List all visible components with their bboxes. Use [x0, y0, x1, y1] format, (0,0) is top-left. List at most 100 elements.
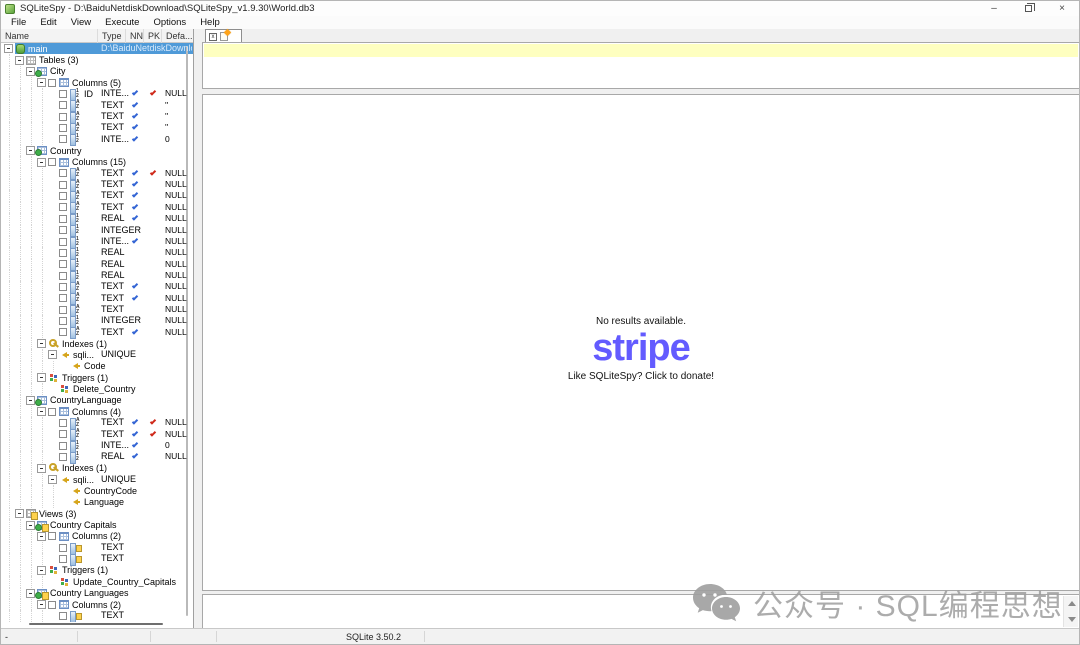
expander-icon[interactable]: [26, 67, 35, 76]
tree-row[interactable]: TEXTNULL: [1, 304, 193, 315]
checkbox[interactable]: [59, 192, 67, 200]
tree-header-nn[interactable]: NN: [126, 29, 144, 43]
tree-row[interactable]: TEXTNULL: [1, 293, 193, 304]
tree-row[interactable]: REALNULL: [1, 270, 193, 281]
checkbox[interactable]: [59, 419, 67, 427]
checkbox[interactable]: [59, 544, 67, 552]
new-query-icon[interactable]: [220, 32, 228, 41]
tree-horizontal-scrollbar[interactable]: [29, 623, 163, 625]
checkbox[interactable]: [59, 306, 67, 314]
tree-row[interactable]: TEXTNULL: [1, 190, 193, 201]
checkbox[interactable]: [59, 260, 67, 268]
checkbox[interactable]: [59, 90, 67, 98]
restore-button[interactable]: [1011, 1, 1045, 16]
tree-row[interactable]: sqli...UNIQUE: [1, 349, 193, 360]
tree-row[interactable]: INTEGERNULL: [1, 315, 193, 326]
menu-item-options[interactable]: Options: [146, 17, 193, 28]
tree-row[interactable]: INTE...NULL: [1, 236, 193, 247]
tree-header-type[interactable]: Type: [98, 29, 126, 43]
expander-icon[interactable]: [4, 44, 13, 53]
tree-row[interactable]: Columns (5): [1, 77, 193, 88]
editor-current-line[interactable]: [204, 44, 1078, 57]
checkbox[interactable]: [59, 215, 67, 223]
tree-row[interactable]: TEXT'': [1, 100, 193, 111]
tree-row[interactable]: TEXTNULL: [1, 327, 193, 338]
expander-icon[interactable]: [26, 396, 35, 405]
expander-icon[interactable]: [37, 339, 46, 348]
checkbox[interactable]: [59, 113, 67, 121]
tree-row[interactable]: REALNULL: [1, 451, 193, 462]
checkbox[interactable]: [59, 203, 67, 211]
tree-row[interactable]: CountryLanguage: [1, 395, 193, 406]
tree-row[interactable]: TEXTNULL: [1, 168, 193, 179]
result-grid[interactable]: No results available. stripe Like SQLite…: [202, 94, 1080, 591]
expander-icon[interactable]: [15, 56, 24, 65]
tree-row[interactable]: TEXT: [1, 610, 193, 621]
menu-item-edit[interactable]: Edit: [33, 17, 63, 28]
expander-icon[interactable]: [37, 373, 46, 382]
checkbox[interactable]: [48, 158, 56, 166]
checkbox[interactable]: [59, 612, 67, 620]
tree-row[interactable]: TEXT: [1, 542, 193, 553]
tree-row[interactable]: TEXT'': [1, 111, 193, 122]
checkbox[interactable]: [59, 430, 67, 438]
tree-row[interactable]: TEXTNULL: [1, 202, 193, 213]
tree-row[interactable]: Indexes (1): [1, 463, 193, 474]
tree-row[interactable]: Tables (3): [1, 54, 193, 65]
tree-row[interactable]: Columns (2): [1, 599, 193, 610]
tree-row[interactable]: Columns (4): [1, 406, 193, 417]
checkbox[interactable]: [59, 101, 67, 109]
checkbox[interactable]: [59, 238, 67, 246]
tree-row[interactable]: TEXT'': [1, 122, 193, 133]
tree-row[interactable]: REALNULL: [1, 247, 193, 258]
checkbox[interactable]: [59, 294, 67, 302]
tree-row[interactable]: INTE...0: [1, 440, 193, 451]
close-button[interactable]: ×: [1045, 1, 1079, 16]
tree-row[interactable]: Update_Country_Capitals: [1, 576, 193, 587]
sql-editor[interactable]: [202, 42, 1080, 89]
tree-row[interactable]: Delete_Country: [1, 383, 193, 394]
checkbox[interactable]: [59, 272, 67, 280]
tree-row[interactable]: CountryCode: [1, 485, 193, 496]
tree-row[interactable]: Triggers (1): [1, 372, 193, 383]
tree-row[interactable]: Views (3): [1, 508, 193, 519]
tree-row[interactable]: TEXTNULL: [1, 429, 193, 440]
tree-row[interactable]: Country: [1, 145, 193, 156]
tab-close-icon[interactable]: x: [209, 33, 217, 41]
checkbox[interactable]: [59, 283, 67, 291]
checkbox[interactable]: [48, 79, 56, 87]
expander-icon[interactable]: [37, 566, 46, 575]
bottom-pane-scrollbar[interactable]: [1063, 596, 1078, 627]
checkbox[interactable]: [59, 555, 67, 563]
donate-text[interactable]: Like SQLiteSpy? Click to donate!: [203, 371, 1079, 382]
query-tab[interactable]: x: [205, 29, 242, 43]
tree-row[interactable]: City: [1, 66, 193, 77]
expander-icon[interactable]: [26, 589, 35, 598]
checkbox[interactable]: [59, 135, 67, 143]
expander-icon[interactable]: [37, 532, 46, 541]
tree-row[interactable]: INTE...0: [1, 134, 193, 145]
checkbox[interactable]: [59, 226, 67, 234]
checkbox[interactable]: [59, 317, 67, 325]
tree-header-name[interactable]: Name: [1, 29, 98, 43]
tree-row[interactable]: INTEGERNULL: [1, 225, 193, 236]
stripe-logo[interactable]: stripe: [203, 330, 1079, 366]
tree-header-pk[interactable]: PK: [144, 29, 162, 43]
expander-icon[interactable]: [37, 158, 46, 167]
tree-row[interactable]: IDINTE...NULL: [1, 88, 193, 99]
checkbox[interactable]: [48, 532, 56, 540]
tree-row[interactable]: Country Capitals: [1, 519, 193, 530]
scroll-down-icon[interactable]: [1068, 617, 1076, 622]
checkbox[interactable]: [59, 453, 67, 461]
tree-row[interactable]: Triggers (1): [1, 565, 193, 576]
expander-icon[interactable]: [26, 146, 35, 155]
tree-row[interactable]: TEXT: [1, 553, 193, 564]
expander-icon[interactable]: [26, 521, 35, 530]
tree-header-default[interactable]: Defa...: [162, 29, 194, 43]
menu-item-help[interactable]: Help: [193, 17, 227, 28]
checkbox[interactable]: [59, 169, 67, 177]
tree-row[interactable]: Indexes (1): [1, 338, 193, 349]
bottom-pane[interactable]: [202, 594, 1080, 629]
menu-item-file[interactable]: File: [4, 17, 33, 28]
checkbox[interactable]: [59, 181, 67, 189]
